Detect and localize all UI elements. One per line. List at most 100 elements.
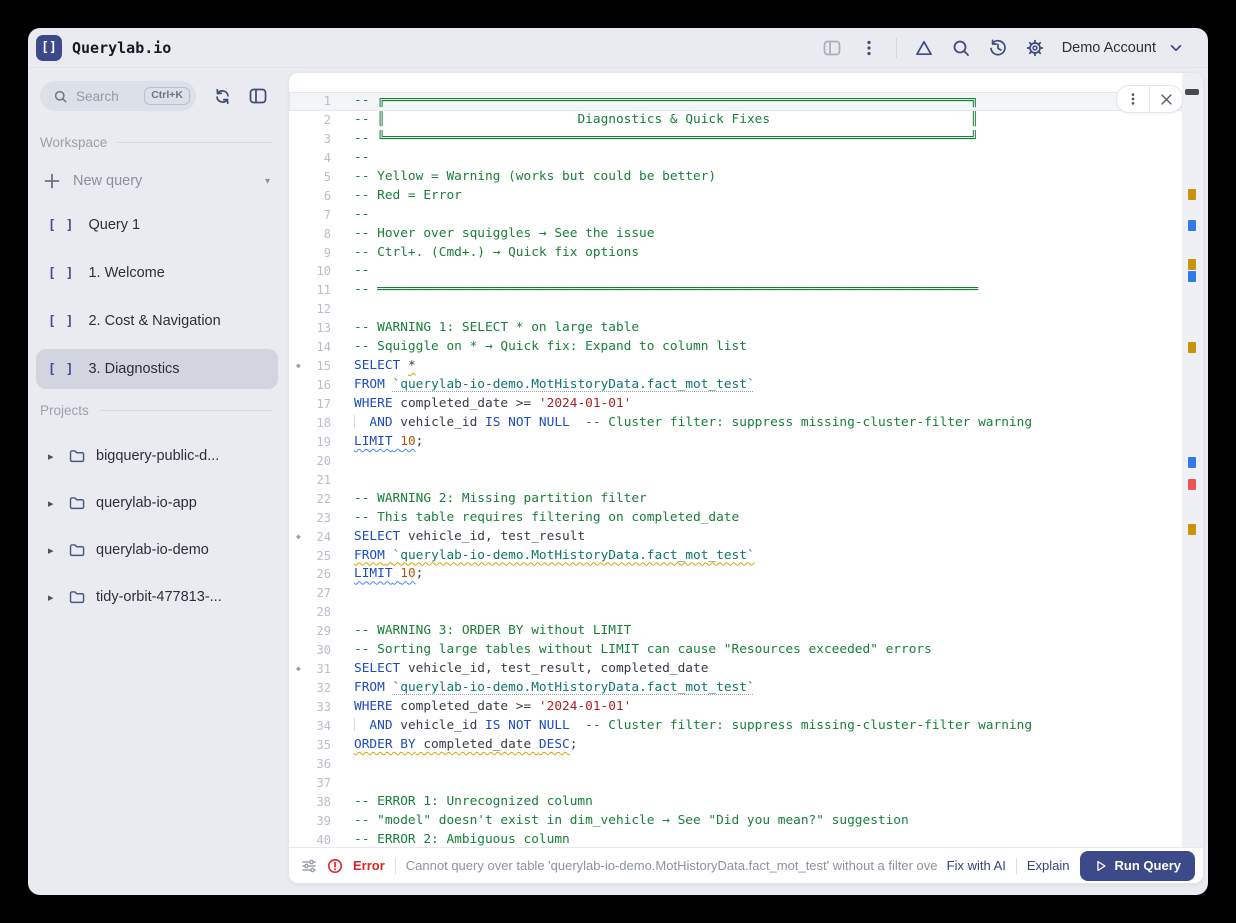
caret-right-icon[interactable]: ▸	[48, 450, 58, 463]
code-line-3[interactable]: 3 -- ╚═══════════════════════════════════…	[289, 130, 1182, 149]
query-label: 1. Welcome	[88, 265, 164, 281]
search-input[interactable]: Search Ctrl+K	[40, 81, 196, 111]
line-number: 30	[289, 641, 331, 660]
code-line-19[interactable]: 19LIMIT 10;	[289, 433, 1182, 452]
refresh-icon[interactable]	[212, 86, 232, 106]
sidebar-toggle-icon[interactable]	[248, 86, 268, 106]
editor-toolbar-pill	[1116, 85, 1183, 113]
code-text: LIMIT 10;	[354, 565, 1182, 584]
project-item-tidy-orbit[interactable]: ▸ tidy-orbit-477813-...	[36, 577, 278, 617]
folder-icon	[68, 541, 86, 559]
code-text: -- ERROR 2: Ambiguous column	[354, 831, 1182, 847]
code-line-31[interactable]: 31◆SELECT vehicle_id, test_result, compl…	[289, 660, 1182, 679]
play-icon	[1094, 859, 1108, 873]
history-icon[interactable]	[988, 38, 1008, 58]
code-line-30[interactable]: 30-- Sorting large tables without LIMIT …	[289, 641, 1182, 660]
code-text: AND vehicle_id IS NOT NULL -- Cluster fi…	[354, 414, 1182, 433]
editor-kebab-menu-icon[interactable]	[1117, 86, 1149, 112]
code-line-7[interactable]: 7--	[289, 206, 1182, 225]
code-text: ORDER BY completed_date DESC;	[354, 736, 1182, 755]
code-line-9[interactable]: 9-- Ctrl+. (Cmd+.) → Quick fix options	[289, 244, 1182, 263]
project-label: bigquery-public-d...	[96, 448, 219, 464]
code-line-22[interactable]: 22-- WARNING 2: Missing partition filter	[289, 490, 1182, 509]
sidebar-item-query-1[interactable]: [ ] Query 1	[36, 205, 278, 245]
code-line-28[interactable]: 28	[289, 603, 1182, 622]
code-line-21[interactable]: 21	[289, 471, 1182, 490]
code-line-25[interactable]: 25FROM `querylab-io-demo.MotHistoryData.…	[289, 547, 1182, 566]
sidebar-item-cost-navigation[interactable]: [ ] 2. Cost & Navigation	[36, 301, 278, 341]
run-query-button[interactable]: Run Query	[1080, 851, 1195, 881]
search-icon[interactable]	[951, 38, 971, 58]
topbar-divider	[896, 38, 897, 58]
caret-right-icon[interactable]: ▸	[48, 497, 58, 510]
code-line-37[interactable]: 37	[289, 774, 1182, 793]
project-item-querylab-io-demo[interactable]: ▸ querylab-io-demo	[36, 530, 278, 570]
explain-button[interactable]: Explain	[1027, 858, 1070, 873]
code-line-1[interactable]: 1-- ╔═══════════════════════════════════…	[289, 92, 1182, 111]
account-menu[interactable]: Demo Account	[1062, 38, 1186, 58]
caret-right-icon[interactable]: ▸	[48, 591, 58, 604]
code-line-24[interactable]: 24◆SELECT vehicle_id, test_result	[289, 528, 1182, 547]
delta-triangle-icon[interactable]	[914, 38, 934, 58]
overview-mark-info	[1188, 271, 1196, 282]
code-line-40[interactable]: 40-- ERROR 2: Ambiguous column	[289, 831, 1182, 847]
statusbar-divider	[395, 858, 396, 874]
code-line-32[interactable]: 32FROM `querylab-io-demo.MotHistoryData.…	[289, 679, 1182, 698]
code-line-11[interactable]: 11-- ═══════════════════════════════════…	[289, 281, 1182, 300]
caret-right-icon[interactable]: ▸	[48, 544, 58, 557]
query-brackets-icon: [ ]	[48, 314, 74, 329]
code-line-20[interactable]: 20	[289, 452, 1182, 471]
code-text: SELECT vehicle_id, test_result	[354, 528, 1182, 547]
code-line-8[interactable]: 8-- Hover over squiggles → See the issue	[289, 225, 1182, 244]
code-line-38[interactable]: 38-- ERROR 1: Unrecognized column	[289, 793, 1182, 812]
code-line-39[interactable]: 39-- "model" doesn't exist in dim_vehicl…	[289, 812, 1182, 831]
editor-overview-ruler[interactable]	[1182, 73, 1203, 847]
sidebar-item-diagnostics[interactable]: [ ] 3. Diagnostics	[36, 349, 278, 389]
scrollbar-thumb[interactable]	[1185, 89, 1199, 95]
chevron-down-icon: ▾	[265, 176, 270, 187]
code-lines[interactable]: 1-- ╔═══════════════════════════════════…	[289, 73, 1182, 847]
fix-with-ai-button[interactable]: Fix with AI	[947, 858, 1006, 873]
sidebar-item-welcome[interactable]: [ ] 1. Welcome	[36, 253, 278, 293]
code-line-5[interactable]: 5-- Yellow = Warning (works but could be…	[289, 168, 1182, 187]
close-icon[interactable]	[1150, 86, 1182, 112]
code-line-15[interactable]: 15◆SELECT *	[289, 357, 1182, 376]
diagnostic-diamond-icon: ◆	[296, 357, 301, 376]
code-line-16[interactable]: 16FROM `querylab-io-demo.MotHistoryData.…	[289, 376, 1182, 395]
line-number: 3	[289, 130, 331, 149]
code-text: -- Ctrl+. (Cmd+.) → Quick fix options	[354, 244, 1182, 263]
kebab-menu-icon[interactable]	[859, 38, 879, 58]
code-line-6[interactable]: 6-- Red = Error	[289, 187, 1182, 206]
code-line-26[interactable]: 26LIMIT 10;	[289, 565, 1182, 584]
code-line-18[interactable]: 18 AND vehicle_id IS NOT NULL -- Cluster…	[289, 414, 1182, 433]
line-number: 33	[289, 698, 331, 717]
code-line-23[interactable]: 23-- This table requires filtering on co…	[289, 509, 1182, 528]
code-line-35[interactable]: 35ORDER BY completed_date DESC;	[289, 736, 1182, 755]
sliders-icon[interactable]	[301, 858, 317, 874]
panel-layout-icon[interactable]	[822, 38, 842, 58]
code-line-10[interactable]: 10--	[289, 262, 1182, 281]
code-line-17[interactable]: 17WHERE completed_date >= '2024-01-01'	[289, 395, 1182, 414]
code-text: FROM `querylab-io-demo.MotHistoryData.fa…	[354, 547, 1182, 566]
search-icon	[52, 88, 68, 104]
code-line-12[interactable]: 12	[289, 300, 1182, 319]
code-text: -- ╚════════════════════════════════════…	[354, 130, 1182, 149]
new-query-button[interactable]: New query ▾	[44, 173, 270, 189]
line-number: 29	[289, 622, 331, 641]
code-line-34[interactable]: 34 AND vehicle_id IS NOT NULL -- Cluster…	[289, 717, 1182, 736]
code-line-27[interactable]: 27	[289, 584, 1182, 603]
code-line-36[interactable]: 36	[289, 755, 1182, 774]
line-number: 18	[289, 414, 331, 433]
code-line-33[interactable]: 33WHERE completed_date >= '2024-01-01'	[289, 698, 1182, 717]
project-item-bigquery-public-data[interactable]: ▸ bigquery-public-d...	[36, 436, 278, 476]
gear-icon[interactable]	[1025, 38, 1045, 58]
code-line-29[interactable]: 29-- WARNING 3: ORDER BY without LIMIT	[289, 622, 1182, 641]
code-line-13[interactable]: 13-- WARNING 1: SELECT * on large table	[289, 319, 1182, 338]
code-text: --	[354, 262, 1182, 281]
code-line-4[interactable]: 4--	[289, 149, 1182, 168]
code-line-2[interactable]: 2-- ║ Diagnostics & Quick Fixes ║	[289, 111, 1182, 130]
code-text: -- This table requires filtering on comp…	[354, 509, 1182, 528]
code-line-14[interactable]: 14-- Squiggle on * → Quick fix: Expand t…	[289, 338, 1182, 357]
project-item-querylab-io-app[interactable]: ▸ querylab-io-app	[36, 483, 278, 523]
overview-mark-info	[1188, 220, 1196, 231]
